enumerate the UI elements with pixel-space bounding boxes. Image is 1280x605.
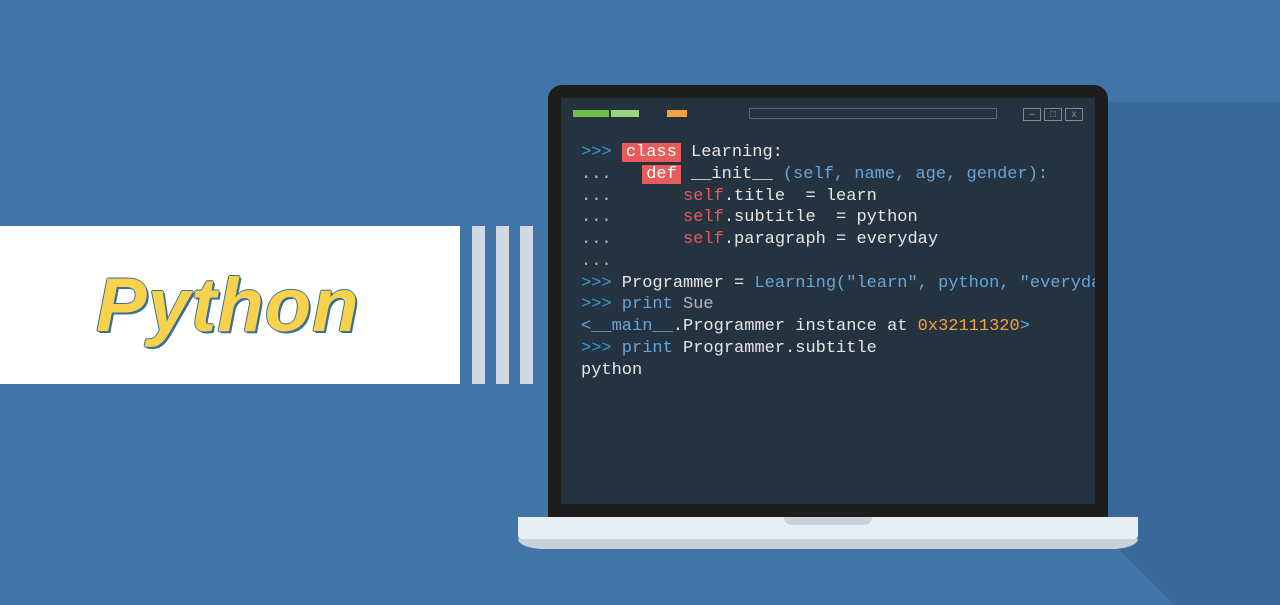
close-button[interactable]: x	[1065, 108, 1083, 121]
laptop-bezel: – □ x >>> class Learning: ... def __init…	[548, 85, 1108, 517]
address-bar	[749, 108, 997, 119]
laptop-base-lip	[518, 539, 1138, 549]
minimize-button[interactable]: –	[1023, 108, 1041, 121]
laptop-notch	[784, 517, 872, 525]
maximize-button[interactable]: □	[1044, 108, 1062, 121]
page-title: Python	[96, 262, 360, 349]
code-block: >>> class Learning: ... def __init__ (se…	[581, 142, 1083, 381]
title-bar: Python	[0, 226, 460, 384]
tab-chip	[573, 110, 609, 117]
laptop: – □ x >>> class Learning: ... def __init…	[548, 85, 1108, 549]
stripes-left	[472, 226, 533, 384]
terminal-screen: – □ x >>> class Learning: ... def __init…	[561, 98, 1095, 504]
tab-chip	[667, 110, 687, 117]
window-chrome: – □ x	[569, 106, 1087, 124]
tab-chip	[611, 110, 639, 117]
